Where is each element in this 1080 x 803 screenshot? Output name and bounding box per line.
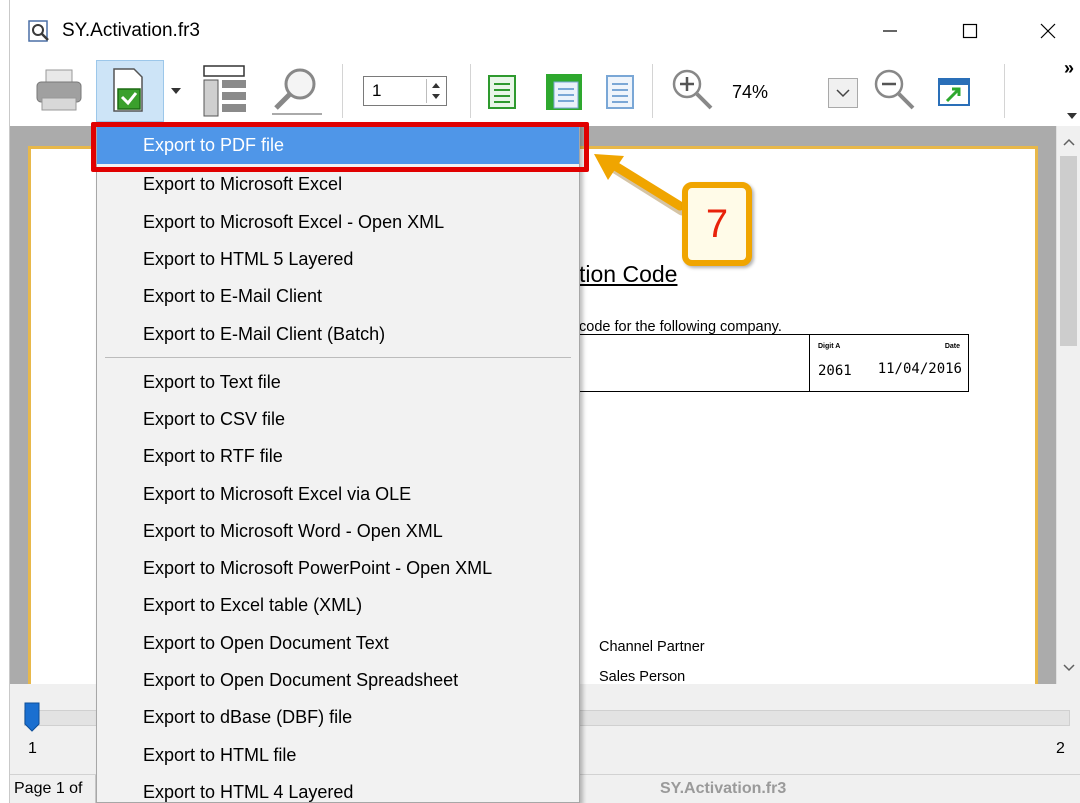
annotation-arrow-icon <box>594 154 688 216</box>
menu-item-export-excel-table-xml[interactable]: Export to Excel table (XML) <box>97 587 579 624</box>
maximize-icon <box>962 23 978 39</box>
window-title: SY.Activation.fr3 <box>62 20 201 41</box>
menu-item-export-excel-open-xml[interactable]: Export to Microsoft Excel - Open XML <box>97 204 579 241</box>
window-left-edge <box>0 0 10 803</box>
slider-max-label: 2 <box>1056 740 1065 757</box>
status-page-count: Page 1 of <box>10 775 96 803</box>
toolbar-overflow-button[interactable]: » <box>1062 56 1080 126</box>
page-width-icon <box>546 74 582 110</box>
export-button[interactable] <box>96 60 164 122</box>
export-menu: Export to PDF file Export to Microsoft E… <box>96 122 580 803</box>
whole-page-button[interactable] <box>484 72 520 112</box>
activation-table: Digit A Date 2061 11/04/2016 <box>579 334 969 392</box>
zoom-out-button[interactable] <box>866 64 926 118</box>
report-heading: tion Code <box>579 261 678 287</box>
table-value-date: 11/04/2016 <box>877 361 962 377</box>
title-bar: SY.Activation.fr3 <box>10 0 1080 56</box>
zoom-in-button[interactable] <box>664 64 724 118</box>
menu-item-export-dbf[interactable]: Export to dBase (DBF) file <box>97 699 579 736</box>
menu-item-export-email[interactable]: Export to E-Mail Client <box>97 278 579 315</box>
spinner-up-down-icon <box>432 83 440 99</box>
outline-tree-icon <box>203 65 246 117</box>
table-value-digit: 2061 <box>818 363 852 379</box>
menu-item-export-html5-layered[interactable]: Export to HTML 5 Layered <box>97 241 579 278</box>
chevron-down-icon <box>1067 113 1077 119</box>
maximize-button[interactable] <box>950 14 990 48</box>
vertical-scrollbar[interactable] <box>1056 126 1080 684</box>
whole-page-icon <box>488 75 516 109</box>
zoom-in-icon <box>672 69 713 110</box>
export-document-icon <box>113 68 143 112</box>
toolbar-separator <box>1004 64 1005 118</box>
menu-item-export-email-batch[interactable]: Export to E-Mail Client (Batch) <box>97 316 579 353</box>
step-number-callout: 7 <box>682 182 752 266</box>
page-view-icon <box>606 75 634 109</box>
menu-item-export-powerpoint-open-xml[interactable]: Export to Microsoft PowerPoint - Open XM… <box>97 550 579 587</box>
toolbar-separator <box>470 64 471 118</box>
minimize-button[interactable] <box>870 14 910 48</box>
spinner-arrows[interactable] <box>426 79 444 103</box>
scrollbar-thumb[interactable] <box>1060 156 1077 346</box>
chevron-down-icon <box>171 88 181 94</box>
menu-separator <box>105 357 571 358</box>
menu-item-export-word-open-xml[interactable]: Export to Microsoft Word - Open XML <box>97 513 579 550</box>
menu-item-export-rtf[interactable]: Export to RTF file <box>97 438 579 475</box>
menu-item-export-odt[interactable]: Export to Open Document Text <box>97 625 579 662</box>
channel-partner-label: Channel Partner <box>599 639 705 655</box>
full-screen-icon <box>938 78 970 106</box>
minimize-icon <box>883 30 897 32</box>
menu-item-export-excel[interactable]: Export to Microsoft Excel <box>97 166 579 203</box>
full-screen-button[interactable] <box>934 74 974 110</box>
report-intro-text: code for the following company. <box>579 319 782 335</box>
printer-icon <box>36 69 82 111</box>
magnifier-icon <box>272 68 322 115</box>
chevron-down-icon <box>836 89 850 98</box>
page-slider-thumb[interactable] <box>24 702 40 732</box>
close-icon <box>1040 23 1056 39</box>
menu-item-export-csv[interactable]: Export to CSV file <box>97 401 579 438</box>
print-button[interactable] <box>32 64 86 118</box>
chevron-double-right-icon: » <box>1064 58 1075 78</box>
toolbar-separator <box>652 64 653 118</box>
toolbar: 1 74% » <box>10 56 1080 126</box>
chevron-up-icon[interactable] <box>1063 138 1075 146</box>
menu-item-export-html[interactable]: Export to HTML file <box>97 737 579 774</box>
table-cell-empty <box>580 335 810 391</box>
close-button[interactable] <box>1028 14 1068 48</box>
table-header-digit: Digit A <box>818 343 841 350</box>
page-view-button[interactable] <box>602 72 638 112</box>
menu-item-export-pdf[interactable]: Export to PDF file <box>97 127 579 164</box>
status-file-name: SY.Activation.fr3 <box>660 780 787 797</box>
menu-item-export-ods[interactable]: Export to Open Document Spreadsheet <box>97 662 579 699</box>
toolbar-separator <box>342 64 343 118</box>
menu-item-export-html4-layered[interactable]: Export to HTML 4 Layered <box>97 774 579 803</box>
find-button[interactable] <box>266 62 328 120</box>
menu-item-export-text[interactable]: Export to Text file <box>97 364 579 401</box>
zoom-out-icon <box>874 69 915 110</box>
slider-min-label: 1 <box>28 740 37 757</box>
zoom-level: 74% <box>732 82 769 102</box>
chevron-down-icon[interactable] <box>1063 664 1075 672</box>
page-number-spinner[interactable]: 1 <box>363 76 447 106</box>
page-width-button[interactable] <box>542 70 586 114</box>
zoom-dropdown[interactable] <box>828 78 858 108</box>
menu-item-export-excel-ole[interactable]: Export to Microsoft Excel via OLE <box>97 476 579 513</box>
table-header-date: Date <box>944 343 960 350</box>
page-number-value: 1 <box>372 81 382 100</box>
outline-button[interactable] <box>198 62 254 120</box>
export-dropdown-arrow[interactable] <box>168 76 184 106</box>
preview-app-icon <box>28 20 50 42</box>
sales-person-label: Sales Person <box>599 669 686 684</box>
